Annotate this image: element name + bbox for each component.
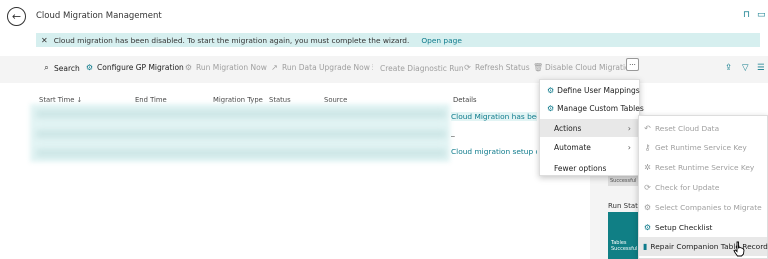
menu-item-actions[interactable]: Actions › <box>540 119 639 137</box>
back-button[interactable]: ← <box>7 7 26 26</box>
column-header-start-time[interactable]: Start Time ↓ <box>39 96 82 104</box>
submenu-item-get-runtime-service-key[interactable]: ⚷ Get Runtime Service Key <box>639 138 767 157</box>
run-data-upgrade-button[interactable]: ↗ Run Data Upgrade Now <box>270 63 370 72</box>
refresh-icon: ⟳ <box>464 63 471 72</box>
disable-cloud-migration-button[interactable]: 🗑 Disable Cloud Migration <box>533 63 634 72</box>
refresh-icon: ⟳ <box>644 183 651 192</box>
submenu-item-repair-companion-table-records[interactable]: ▮ Repair Companion Table Records <box>639 237 768 256</box>
column-header-source[interactable]: Source <box>324 96 347 104</box>
column-header-status[interactable]: Status <box>269 96 291 104</box>
menu-item-fewer-options[interactable]: Fewer options <box>540 159 639 177</box>
submenu-item-reset-cloud-data[interactable]: ↶ Reset Cloud Data <box>639 119 767 138</box>
chevron-right-icon: › <box>627 123 631 133</box>
list-view-icon[interactable]: ☰ <box>757 63 765 73</box>
table-row-details[interactable]: Cloud Migration has been <box>451 112 537 121</box>
blurred-cell <box>36 130 446 138</box>
menu-item-define-user-mappings[interactable]: ⚙ Define User Mappings <box>540 81 640 99</box>
blurred-cell <box>36 110 446 118</box>
more-options-menu: ⚙ Define User Mappings ⚙ Manage Custom Tab… <box>539 79 644 177</box>
submenu-item-check-for-update[interactable]: ⟳ Check for Update <box>639 178 767 197</box>
trash-icon: 🗑 <box>533 63 544 72</box>
search-button[interactable]: ⌕ Search <box>42 63 80 73</box>
actions-submenu: ↶ Reset Cloud Data ⚷ Get Runtime Service K… <box>638 115 768 259</box>
banner-message: Cloud migration has been disabled. To st… <box>53 35 410 45</box>
bookmark-icon[interactable]: ⊓ <box>743 10 750 20</box>
key-icon: ⚷ <box>644 143 651 152</box>
column-header-details[interactable]: Details <box>453 96 477 104</box>
more-options-button[interactable]: ··· <box>626 58 639 71</box>
run-migration-now-button[interactable]: ⚙ Run Migration Now <box>184 63 267 72</box>
gears-icon: ⚙ <box>85 63 94 72</box>
notification-banner: ✕ Cloud migration has been disabled. To … <box>36 33 760 47</box>
gear-icon: ⚙ <box>643 223 652 232</box>
database-icon: ▮ <box>643 242 648 251</box>
share-icon[interactable]: ⇪ <box>725 63 732 73</box>
submenu-item-reset-runtime-service-key[interactable]: ✲ Reset Runtime Service Key <box>639 158 767 177</box>
filter-icon[interactable]: ▽ <box>742 63 749 73</box>
gears-icon: ⚙ <box>547 103 555 113</box>
successful-tile: Successful <box>608 176 638 186</box>
refresh-status-button[interactable]: ⟳ Refresh Status <box>463 63 529 72</box>
close-icon[interactable]: ✕ <box>41 36 48 45</box>
submenu-item-setup-checklist[interactable]: ⚙ Setup Checklist <box>639 218 767 237</box>
table-row-details[interactable]: Cloud migration setup com <box>451 147 537 156</box>
arrow-left-icon: ← <box>11 10 22 23</box>
diagnostic-icon: ⫶ <box>371 63 374 72</box>
hand-cursor-icon <box>733 241 745 257</box>
reset-icon: ↶ <box>644 124 651 133</box>
page-title: Cloud Migration Management <box>36 11 162 21</box>
open-page-link[interactable]: Open page <box>421 36 462 45</box>
blurred-cell <box>36 149 446 157</box>
column-header-end-time[interactable]: End Time <box>135 96 167 104</box>
arrow-icon: ↗ <box>271 63 278 72</box>
menu-item-automate[interactable]: Automate › <box>540 138 639 156</box>
gears-icon: ⚙ <box>547 85 555 95</box>
tables-successful-tile[interactable]: Tables Successful <box>608 212 638 259</box>
menu-item-manage-custom-tables[interactable]: ⚙ Manage Custom Tables <box>540 99 644 117</box>
gear-icon: ⚙ <box>643 203 652 212</box>
configure-gp-migration-button[interactable]: ⚙ Configure GP Migration <box>85 63 184 72</box>
open-new-window-icon[interactable]: ▭ <box>757 10 766 20</box>
gears-icon: ⚙ <box>184 63 193 72</box>
search-icon: ⌕ <box>44 63 49 72</box>
gear-icon: ✲ <box>644 163 651 172</box>
submenu-item-select-companies[interactable]: ⚙ Select Companies to Migrate <box>639 198 767 217</box>
column-header-migration-type[interactable]: Migration Type <box>213 96 263 104</box>
table-row-details: _ <box>451 128 455 137</box>
chevron-right-icon: › <box>627 142 631 152</box>
create-diagnostic-run-button[interactable]: ⫶ Create Diagnostic Run <box>368 63 464 73</box>
